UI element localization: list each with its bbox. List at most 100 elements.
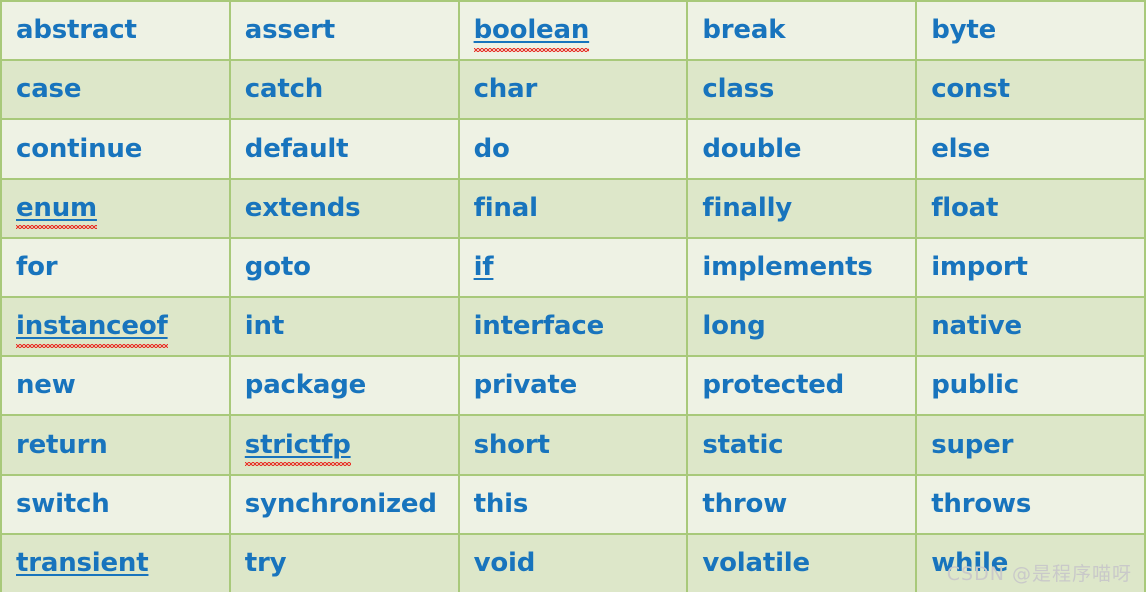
keyword-label: const bbox=[931, 74, 1010, 105]
keyword-label: long bbox=[702, 311, 766, 342]
keyword-cell: finally bbox=[688, 179, 918, 239]
keyword-label: for bbox=[16, 252, 58, 283]
keyword-label: default bbox=[244, 133, 349, 164]
keyword-label: try bbox=[244, 547, 287, 578]
keyword-link[interactable]: instanceof bbox=[16, 312, 168, 348]
keyword-cell: extends bbox=[230, 179, 460, 239]
keyword-cell: assert bbox=[230, 2, 460, 62]
keyword-label: double bbox=[702, 133, 802, 164]
keyword-cell: switch bbox=[2, 475, 231, 535]
keyword-cell: import bbox=[917, 238, 1146, 298]
keyword-cell: protected bbox=[688, 357, 918, 417]
keyword-cell: catch bbox=[230, 61, 460, 121]
keyword-cell: new bbox=[2, 357, 231, 417]
keyword-cell: byte bbox=[917, 2, 1146, 62]
keyword-cell: final bbox=[459, 179, 689, 239]
keyword-label: while bbox=[931, 547, 1009, 578]
keyword-cell: throws bbox=[917, 475, 1146, 535]
keyword-cell: try bbox=[230, 534, 460, 592]
keyword-cell: native bbox=[917, 297, 1146, 358]
keyword-label: this bbox=[473, 488, 529, 519]
keyword-cell: static bbox=[688, 416, 918, 476]
keyword-label: byte bbox=[931, 15, 997, 46]
keyword-cell: throw bbox=[688, 475, 918, 535]
keyword-cell: float bbox=[917, 179, 1146, 239]
keyword-cell: transient bbox=[2, 534, 231, 592]
keyword-label: switch bbox=[16, 488, 110, 519]
keyword-link[interactable]: enum bbox=[16, 194, 97, 229]
java-keyword-table: abstract assert boolean break byte case catch c… bbox=[0, 0, 1146, 592]
keyword-label: float bbox=[931, 192, 999, 223]
keyword-cell: goto bbox=[230, 238, 460, 298]
keyword-cell: long bbox=[688, 297, 918, 358]
keyword-cell: private bbox=[459, 357, 689, 417]
keyword-label: import bbox=[931, 252, 1028, 283]
keyword-cell: enum bbox=[2, 179, 231, 239]
keyword-link[interactable]: transient bbox=[16, 549, 149, 578]
keyword-cell: int bbox=[230, 297, 460, 358]
keyword-cell: break bbox=[688, 2, 918, 62]
keyword-cell: instanceof bbox=[2, 297, 231, 358]
keyword-cell: package bbox=[230, 357, 460, 417]
keyword-label: private bbox=[473, 370, 578, 401]
keyword-cell: continue bbox=[2, 120, 231, 180]
keyword-label: public bbox=[931, 370, 1019, 401]
keyword-cell: default bbox=[230, 120, 460, 180]
keyword-label: abstract bbox=[16, 15, 137, 46]
keyword-cell: double bbox=[688, 120, 918, 180]
keyword-cell: boolean bbox=[459, 2, 689, 62]
keyword-label: do bbox=[473, 133, 510, 164]
keyword-label: int bbox=[244, 311, 285, 342]
keyword-label: case bbox=[16, 74, 82, 105]
keyword-label: continue bbox=[16, 133, 143, 164]
keyword-label: catch bbox=[244, 74, 324, 105]
keyword-cell: public bbox=[917, 357, 1146, 417]
keyword-cell: const bbox=[917, 61, 1146, 121]
keyword-link[interactable]: strictfp bbox=[244, 431, 351, 466]
keyword-cell: for bbox=[2, 238, 231, 298]
keyword-cell: strictfp bbox=[230, 416, 460, 476]
keyword-label: short bbox=[473, 429, 550, 460]
keyword-label: void bbox=[473, 547, 536, 578]
keyword-cell: while bbox=[917, 534, 1146, 592]
keyword-cell: void bbox=[459, 534, 689, 592]
keyword-label: package bbox=[244, 370, 367, 401]
keyword-label: volatile bbox=[702, 547, 810, 578]
keyword-label: finally bbox=[702, 192, 793, 223]
keyword-label: protected bbox=[702, 370, 845, 401]
keyword-label: implements bbox=[702, 252, 873, 283]
keyword-label: class bbox=[702, 74, 775, 105]
keyword-label: extends bbox=[244, 192, 361, 223]
keyword-label: super bbox=[931, 429, 1014, 460]
keyword-label: final bbox=[473, 192, 538, 223]
keyword-label: return bbox=[16, 429, 108, 460]
keyword-label: interface bbox=[473, 311, 605, 342]
keyword-label: synchronized bbox=[244, 488, 437, 519]
keyword-label: goto bbox=[244, 252, 311, 283]
keyword-cell: return bbox=[2, 416, 231, 476]
keyword-cell: super bbox=[917, 416, 1146, 476]
keyword-cell: interface bbox=[459, 297, 689, 358]
keyword-label: throw bbox=[702, 488, 788, 519]
keyword-grid: abstract assert boolean break byte case catch c… bbox=[0, 0, 1146, 592]
keyword-link[interactable]: boolean bbox=[473, 16, 589, 52]
keyword-cell: class bbox=[688, 61, 918, 121]
keyword-cell: char bbox=[459, 61, 689, 121]
keyword-cell: short bbox=[459, 416, 689, 476]
keyword-cell: this bbox=[459, 475, 689, 535]
keyword-label: native bbox=[931, 311, 1022, 342]
keyword-cell: else bbox=[917, 120, 1146, 180]
keyword-cell: volatile bbox=[688, 534, 918, 592]
keyword-cell: case bbox=[2, 61, 231, 121]
keyword-cell: do bbox=[459, 120, 689, 180]
keyword-cell: implements bbox=[688, 238, 918, 298]
keyword-cell: synchronized bbox=[230, 475, 460, 535]
keyword-label: break bbox=[702, 15, 786, 46]
keyword-label: throws bbox=[931, 488, 1032, 519]
keyword-label: char bbox=[473, 74, 538, 105]
keyword-link[interactable]: if bbox=[474, 253, 494, 282]
keyword-label: new bbox=[16, 370, 76, 401]
keyword-label: assert bbox=[244, 15, 335, 46]
keyword-cell: if bbox=[459, 238, 689, 298]
keyword-cell: abstract bbox=[2, 2, 231, 62]
